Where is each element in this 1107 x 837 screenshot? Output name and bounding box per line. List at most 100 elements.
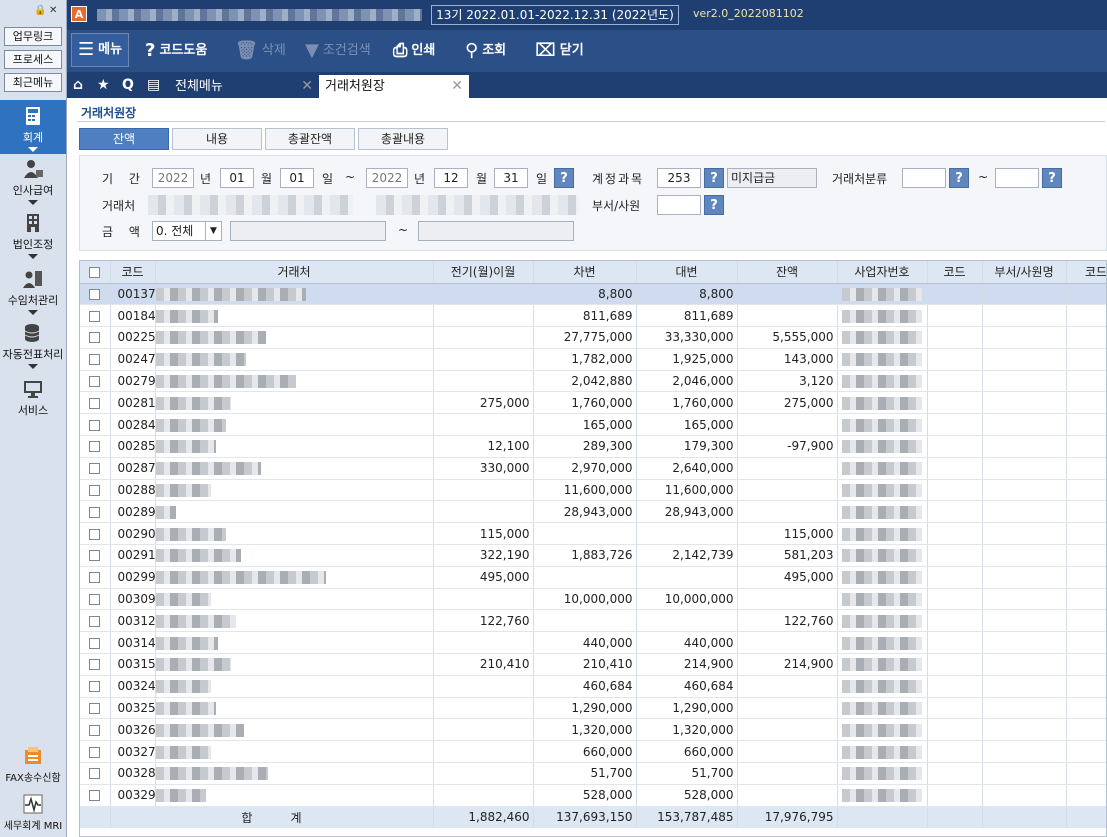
col-partner[interactable]: 거래처 [155, 261, 434, 284]
sidebar-link-recent[interactable]: 최근메뉴 [4, 73, 62, 92]
sidebar-menu-accounting[interactable]: 회계 [0, 100, 66, 154]
table-row[interactable]: 00326 1,320,000 1,320,000 [80, 718, 1106, 742]
close-icon[interactable]: ✕ [301, 75, 313, 98]
star-icon[interactable]: ★ [97, 77, 110, 93]
table-row[interactable]: 00312 122,760 122,760 [80, 609, 1106, 633]
col-prev[interactable]: 전기(월)이월 [433, 261, 534, 284]
dept-help-button[interactable]: ? [704, 195, 724, 215]
close-icon[interactable]: ✕ [451, 75, 463, 98]
col-code2[interactable]: 코드 [927, 261, 983, 284]
tab-all-menu[interactable]: 전체메뉴 ✕ [169, 75, 319, 98]
sidebar-link-business[interactable]: 업무링크 [4, 27, 62, 46]
table-row[interactable]: 00327 660,000 660,000 [80, 740, 1106, 764]
table-row[interactable]: 00329 528,000 528,000 [80, 784, 1106, 807]
table-row[interactable]: 00247 1,782,000 1,925,000 143,000 [80, 348, 1106, 371]
subtab-summary-balance[interactable]: 총괄잔액 [265, 128, 355, 150]
class-from-help-button[interactable]: ? [949, 168, 969, 188]
lookup-button[interactable]: ⚲ 조회 [465, 38, 506, 64]
table-row[interactable]: 00325 1,290,000 1,290,000 [80, 697, 1106, 720]
table-row[interactable]: 00279 2,042,880 2,046,000 3,120 [80, 370, 1106, 393]
close-icon[interactable]: ✕ [49, 5, 60, 16]
row-checkbox[interactable] [80, 435, 111, 458]
row-checkbox[interactable] [80, 653, 111, 676]
lock-icon[interactable]: 🔒 [34, 5, 46, 16]
subtab-detail[interactable]: 내용 [172, 128, 262, 150]
amount-from-input[interactable] [230, 221, 386, 241]
sidebar-mri[interactable]: 세무회계 MRI [0, 793, 66, 835]
table-row[interactable]: 00285 12,100 289,300 179,300 -97,900 [80, 435, 1106, 458]
sidebar-menu-service[interactable]: 서비스 [0, 378, 66, 418]
table-row[interactable]: 00284 165,000 165,000 [80, 413, 1106, 437]
table-row[interactable]: 00290 115,000 115,000 [80, 522, 1106, 546]
row-checkbox[interactable] [80, 370, 111, 393]
tab-partner-ledger[interactable]: 거래처원장 ✕ [319, 75, 469, 98]
col-code3[interactable]: 코드 [1066, 261, 1106, 284]
table-row[interactable]: 00281 275,000 1,760,000 1,760,000 275,000 [80, 391, 1106, 415]
partner-from-input[interactable] [148, 195, 353, 215]
condition-search-button[interactable]: ▼ 조건검색 [305, 38, 371, 64]
sidebar-fax[interactable]: FAX송수신함 [0, 745, 66, 787]
table-row[interactable]: 00315 210,410 210,410 214,900 214,900 [80, 653, 1106, 676]
sidebar-menu-corporate[interactable]: 법인조정 [0, 212, 66, 262]
row-checkbox[interactable] [80, 326, 111, 349]
to-month-input[interactable]: 12 [434, 168, 468, 188]
sidebar-menu-payroll[interactable]: 인사급여 [0, 158, 66, 208]
home-icon[interactable]: ⌂ [73, 77, 83, 93]
sidebar-menu-auto-voucher[interactable]: 자동전표처리 [0, 322, 66, 374]
from-month-input[interactable]: 01 [220, 168, 254, 188]
row-checkbox[interactable] [80, 522, 111, 546]
class-to-help-button[interactable]: ? [1042, 168, 1062, 188]
row-checkbox[interactable] [80, 283, 111, 306]
row-checkbox[interactable] [80, 631, 111, 655]
class-from-input[interactable] [902, 168, 946, 188]
row-checkbox[interactable] [80, 740, 111, 764]
row-checkbox[interactable] [80, 304, 111, 328]
col-code[interactable]: 코드 [110, 261, 156, 284]
table-row[interactable]: 00314 440,000 440,000 [80, 631, 1106, 655]
table-row[interactable]: 00328 51,700 51,700 [80, 762, 1106, 785]
delete-button[interactable]: 🗑 삭제 [235, 38, 286, 64]
ledger-grid[interactable]: 코드 거래처 전기(월)이월 차변 대변 잔액 사업자번호 코드 부서/사원명 … [79, 260, 1107, 837]
col-biz-no[interactable]: 사업자번호 [837, 261, 928, 284]
partner-to-input[interactable] [376, 195, 579, 215]
from-year-input[interactable]: 2022 [152, 168, 194, 188]
period-help-button[interactable]: ? [554, 168, 574, 188]
table-row[interactable]: 00137 8,800 8,800 [80, 283, 1106, 306]
amount-to-input[interactable] [418, 221, 574, 241]
row-checkbox[interactable] [80, 566, 111, 589]
dept-input[interactable] [657, 195, 701, 215]
row-checkbox[interactable] [80, 675, 111, 698]
chevron-down-icon[interactable]: ▼ [205, 222, 221, 240]
select-all-checkbox[interactable] [80, 261, 111, 284]
table-row[interactable]: 00324 460,684 460,684 [80, 675, 1106, 698]
row-checkbox[interactable] [80, 718, 111, 742]
print-button[interactable]: ⎙ 인쇄 [393, 38, 435, 64]
sidebar-link-process[interactable]: 프로세스 [4, 50, 62, 69]
row-checkbox[interactable] [80, 697, 111, 720]
table-row[interactable]: 00287 330,000 2,970,000 2,640,000 [80, 457, 1106, 480]
col-dept[interactable]: 부서/사원명 [982, 261, 1067, 284]
grid-menu-icon[interactable]: ▤ [147, 77, 160, 93]
table-row[interactable]: 00299 495,000 495,000 [80, 566, 1106, 589]
table-row[interactable]: 00309 10,000,000 10,000,000 [80, 588, 1106, 611]
col-debit[interactable]: 차변 [533, 261, 637, 284]
amount-select[interactable]: 0. 전체 ▼ [152, 221, 222, 241]
account-help-button[interactable]: ? [704, 168, 724, 188]
row-checkbox[interactable] [80, 348, 111, 371]
row-checkbox[interactable] [80, 762, 111, 785]
col-credit[interactable]: 대변 [636, 261, 738, 284]
class-to-input[interactable] [995, 168, 1039, 188]
row-checkbox[interactable] [80, 413, 111, 437]
table-row[interactable]: 00291 322,190 1,883,726 2,142,739 581,203 [80, 544, 1106, 567]
close-button[interactable]: ⌧ 닫기 [535, 38, 584, 64]
code-help-button[interactable]: ? 코드도움 [145, 38, 207, 64]
table-row[interactable]: 00288 11,600,000 11,600,000 [80, 479, 1106, 502]
subtab-balance[interactable]: 잔액 [79, 128, 169, 150]
row-checkbox[interactable] [80, 391, 111, 415]
table-row[interactable]: 00289 28,943,000 28,943,000 [80, 500, 1106, 524]
table-row[interactable]: 00225 27,775,000 33,330,000 5,555,000 [80, 326, 1106, 349]
search-q-icon[interactable]: Q [122, 77, 134, 93]
col-balance[interactable]: 잔액 [737, 261, 838, 284]
subtab-summary-detail[interactable]: 총괄내용 [358, 128, 448, 150]
row-checkbox[interactable] [80, 479, 111, 502]
